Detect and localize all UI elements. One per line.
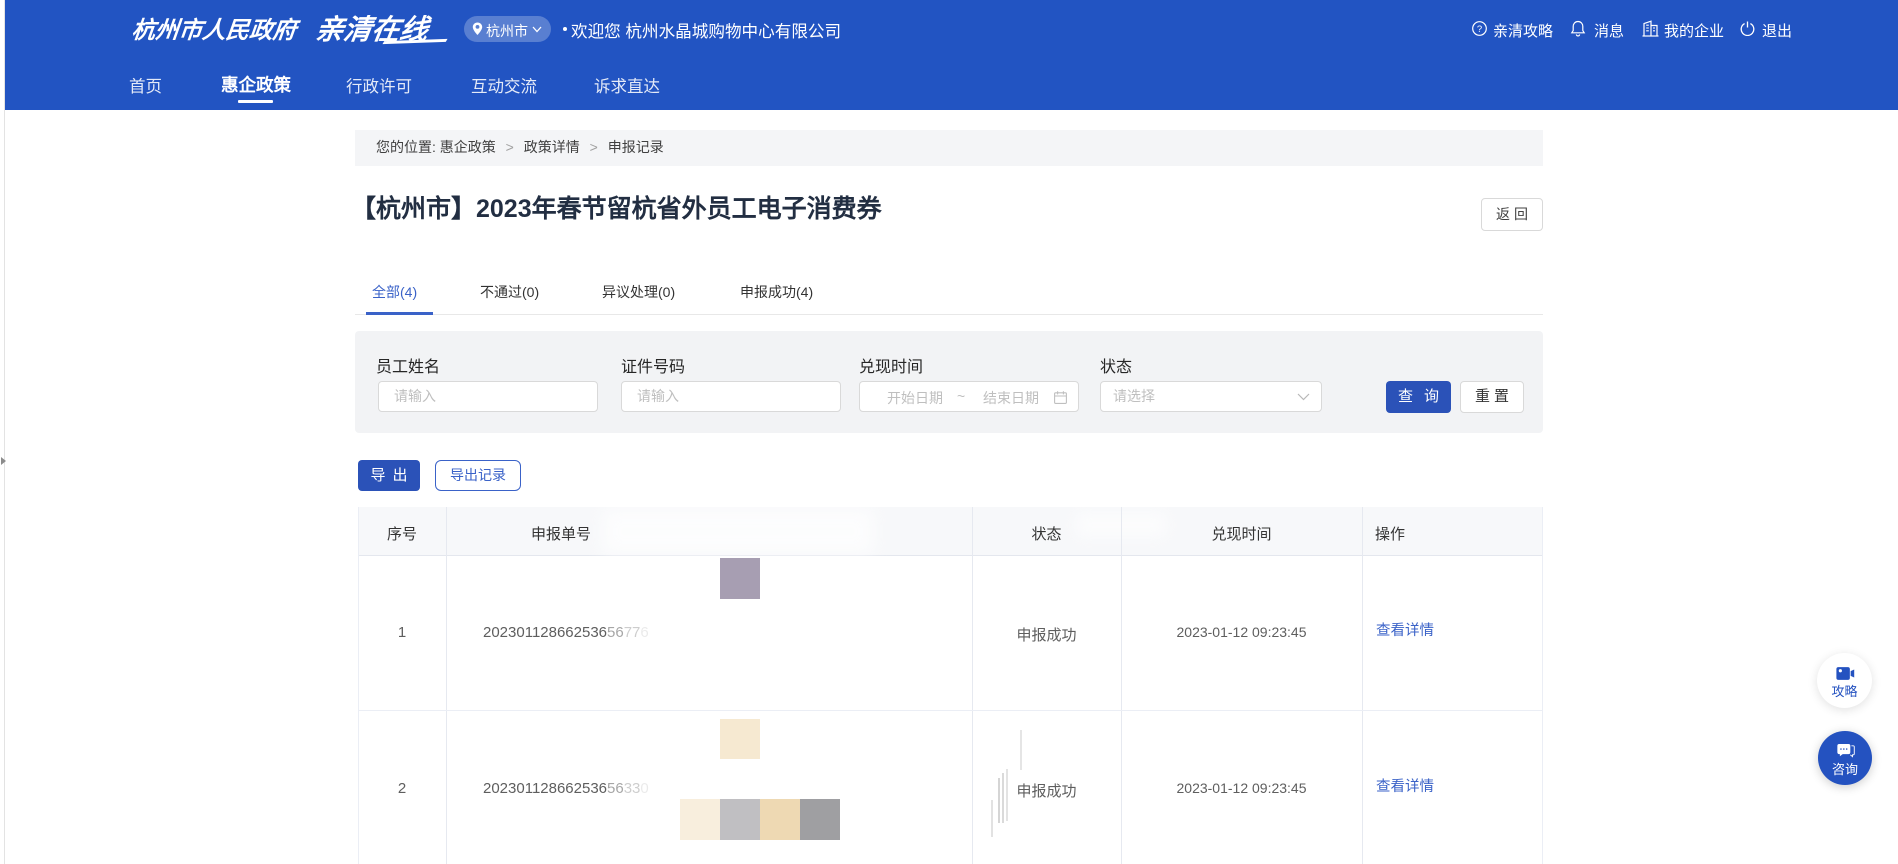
svg-text:?: ? — [1477, 24, 1482, 35]
